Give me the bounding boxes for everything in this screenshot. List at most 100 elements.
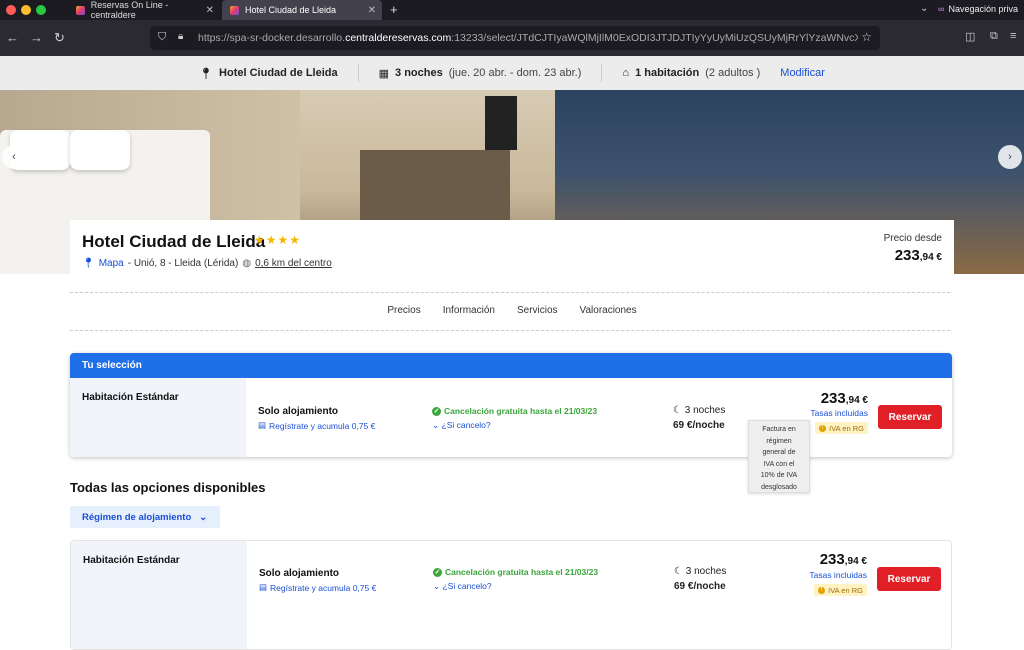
pocket-icon[interactable]: ◫: [965, 30, 975, 43]
url-bar[interactable]: ⛉ 🔒︎ https://spa-sr-docker.desarrollo.ce…: [150, 26, 880, 50]
browser-tab-reservas[interactable]: Reservas On Line - centraldere ✕: [68, 0, 220, 20]
total-price: 233,94 €: [820, 551, 867, 568]
chevron-right-icon: ›: [1008, 151, 1012, 163]
loyalty-text: Regístrate y acumula 0,75 €: [269, 420, 376, 431]
summary-hotel: 📍︎ Hotel Ciudad de Lleida: [199, 67, 338, 80]
all-options-title: Todas las opciones disponibles: [70, 480, 266, 495]
selection-header: Tu selección: [70, 353, 952, 378]
lock-icon[interactable]: 🔒︎: [178, 31, 183, 42]
back-arrow-icon[interactable]: ←: [6, 30, 19, 45]
site-favicon-icon: [230, 5, 239, 15]
summary-room-count: 1 habitación: [635, 67, 700, 79]
browser-tab-hotel[interactable]: Hotel Ciudad de Lleida ✕: [222, 0, 382, 20]
filter-label: Régimen de alojamiento: [82, 511, 192, 523]
location-pin-icon: 📍︎: [199, 67, 214, 80]
loyalty-points-link[interactable]: ▤ Regístrate y acumula 0,75 €: [258, 420, 375, 431]
distance-icon: ◍: [242, 258, 252, 269]
cancellation-text: Cancelación gratuita hasta el 21/03/23: [445, 567, 599, 577]
tooltip-line: IVA con el: [763, 460, 795, 468]
taxes-included-link[interactable]: Tasas incluidas: [809, 570, 867, 580]
price-from-value: 233,94 €: [895, 247, 942, 264]
url-path: :13233/select/JTdCJTIyaWQlMjIlM0ExODI3JT…: [451, 32, 858, 44]
room-option-card: Habitación Estándar Solo alojamiento ▤ R…: [70, 540, 952, 650]
if-cancel-text: ¿Si cancelo?: [442, 581, 492, 591]
price-per-night: 69 €/noche: [673, 420, 725, 431]
summary-guests: (2 adultos ): [705, 67, 761, 79]
price-integer: 233: [819, 551, 845, 568]
divider: [601, 64, 603, 82]
tooltip-line: Factura en: [762, 426, 796, 433]
minimize-window-icon[interactable]: [21, 5, 31, 15]
free-cancellation: ✓ Cancelación gratuita hasta el 21/03/23: [433, 567, 598, 577]
url-domain: centraldereservas.com: [345, 32, 452, 44]
browser-tab-bar: Reservas On Line - centraldere ✕ Hotel C…: [0, 0, 1024, 20]
tab-servicios[interactable]: Servicios: [517, 305, 558, 316]
reserve-button[interactable]: Reservar: [878, 405, 942, 429]
private-mask-icon: ∞: [938, 4, 945, 14]
divider: [70, 292, 950, 293]
iva-badge[interactable]: ! IVA en RG: [815, 422, 868, 434]
taxes-included-link[interactable]: Tasas incluidas: [810, 408, 868, 418]
board-regime: Solo alojamiento: [258, 406, 339, 417]
loyalty-text: Regístrate y acumula 0,75 €: [270, 582, 377, 593]
forward-arrow-icon[interactable]: →: [30, 30, 43, 45]
check-circle-icon: ✓: [432, 406, 441, 416]
price-integer: 233: [820, 390, 846, 407]
regime-filter-dropdown[interactable]: Régimen de alojamiento ⌄: [70, 506, 220, 528]
star-rating: ★★★★: [254, 233, 302, 247]
reserve-button[interactable]: Reservar: [877, 567, 941, 591]
tab-valoraciones[interactable]: Valoraciones: [580, 305, 637, 316]
if-cancel-toggle[interactable]: ⌄ ¿Si cancelo?: [432, 420, 491, 431]
extensions-icon[interactable]: ⧉: [990, 30, 998, 43]
nights-count: ☾ 3 noches: [673, 405, 725, 416]
tab-list-chevron-icon[interactable]: ⌄: [920, 3, 928, 14]
modify-search-link[interactable]: Modificar: [780, 67, 825, 79]
divider: [357, 64, 359, 82]
television: [485, 96, 517, 150]
private-label: Navegación priva: [948, 4, 1018, 14]
divider: [70, 330, 950, 331]
loyalty-points-link[interactable]: ▤ Regístrate y acumula 0,75 €: [259, 582, 376, 593]
summary-hotel-name: Hotel Ciudad de Lleida: [219, 67, 338, 79]
map-pin-icon[interactable]: 📍︎: [82, 258, 95, 269]
tooltip-line: régimen: [766, 437, 792, 445]
iva-text: IVA en RG: [828, 585, 863, 595]
shield-icon[interactable]: ⛉: [158, 31, 166, 44]
url-text[interactable]: https://spa-sr-docker.desarrollo.central…: [198, 32, 858, 44]
hotel-nav-tabs: Precios Información Servicios Valoracion…: [0, 305, 1024, 316]
info-icon: !: [819, 424, 827, 432]
bookmark-star-icon[interactable]: ☆: [861, 30, 872, 44]
reload-icon[interactable]: ↻: [54, 30, 65, 46]
summary-dates: ▦ 3 noches (jue. 20 abr. - dom. 23 abr.): [379, 67, 582, 80]
iva-badge[interactable]: ! IVA en RG: [814, 584, 867, 596]
calendar-icon: ▦: [378, 67, 390, 80]
close-tab-icon[interactable]: ✕: [206, 5, 214, 16]
tab-label: Hotel Ciudad de Lleida: [245, 5, 337, 15]
map-link[interactable]: Mapa: [99, 258, 124, 269]
site-favicon-icon: [76, 5, 85, 15]
check-circle-icon: ✓: [433, 567, 442, 577]
new-tab-icon[interactable]: +: [390, 2, 398, 17]
pillow: [70, 130, 130, 170]
loyalty-icon: ▤: [258, 420, 267, 430]
price-decimal: ,94 €: [919, 252, 942, 263]
if-cancel-toggle[interactable]: ⌄ ¿Si cancelo?: [433, 581, 492, 592]
close-window-icon[interactable]: [6, 5, 16, 15]
board-regime: Solo alojamiento: [259, 568, 340, 579]
carousel-prev-button[interactable]: ‹: [2, 145, 26, 169]
browser-nav-bar: ← → ↻ ⛉ 🔒︎ https://spa-sr-docker.desarro…: [0, 20, 1024, 56]
close-tab-icon[interactable]: ✕: [368, 5, 376, 16]
maximize-window-icon[interactable]: [36, 5, 46, 15]
room-column: Habitación Estándar: [71, 541, 247, 649]
tooltip-line: desglosado: [761, 483, 797, 491]
hotel-info-card: Hotel Ciudad de Lleida ★★★★ 📍︎ Mapa - Un…: [70, 220, 954, 280]
menu-icon[interactable]: ≡: [1010, 30, 1016, 42]
tab-informacion[interactable]: Información: [443, 305, 495, 316]
distance-link[interactable]: 0,6 km del centro: [255, 258, 332, 269]
summary-nights: 3 noches: [395, 67, 443, 79]
tab-precios[interactable]: Precios: [387, 305, 420, 316]
info-icon: !: [818, 586, 826, 594]
summary-rooms: ⌂ 1 habitación (2 adultos ): [622, 67, 760, 79]
private-browsing-indicator: ∞ Navegación priva: [938, 4, 1018, 14]
carousel-next-button[interactable]: ›: [998, 145, 1022, 169]
